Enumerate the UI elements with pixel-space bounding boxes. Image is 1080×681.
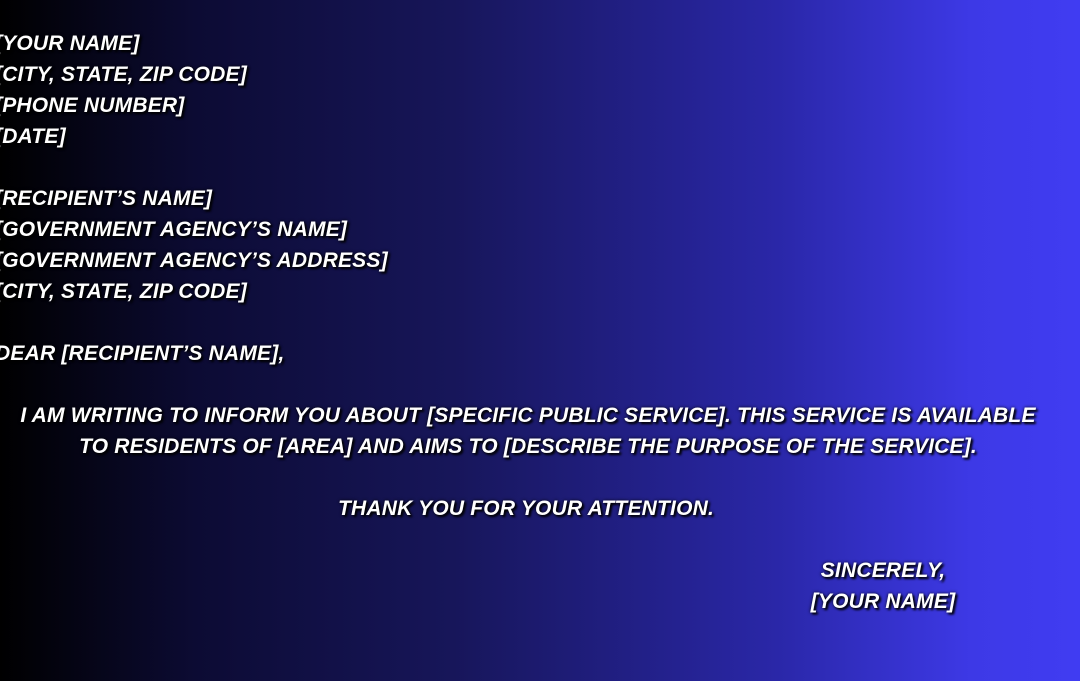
body-line-1: I AM WRITING TO INFORM YOU ABOUT [SPECIF… bbox=[20, 404, 1036, 427]
letter-date: [DATE] bbox=[0, 125, 66, 148]
body-line-2: TO RESIDENTS OF [AREA] AND AIMS TO [DESC… bbox=[79, 435, 977, 458]
recipient-city-state-zip: [CITY, STATE, ZIP CODE] bbox=[0, 280, 247, 303]
sender-name: [YOUR NAME] bbox=[0, 32, 140, 55]
recipient-agency-name: [GOVERNMENT AGENCY’S NAME] bbox=[0, 218, 348, 241]
signature-name: [YOUR NAME] bbox=[810, 590, 956, 613]
sender-city-state-zip: [CITY, STATE, ZIP CODE] bbox=[0, 63, 247, 86]
salutation: DEAR [RECIPIENT’S NAME], bbox=[0, 342, 285, 365]
thanks-line: THANK YOU FOR YOUR ATTENTION. bbox=[337, 497, 715, 520]
recipient-agency-address: [GOVERNMENT AGENCY’S ADDRESS] bbox=[0, 249, 388, 272]
letter-template: [YOUR NAME] [CITY, STATE, ZIP CODE] [PHO… bbox=[0, 0, 1080, 681]
recipient-name: [RECIPIENT’S NAME] bbox=[0, 187, 213, 210]
valediction: SINCERELY, bbox=[820, 559, 946, 582]
sender-phone: [PHONE NUMBER] bbox=[0, 94, 185, 117]
